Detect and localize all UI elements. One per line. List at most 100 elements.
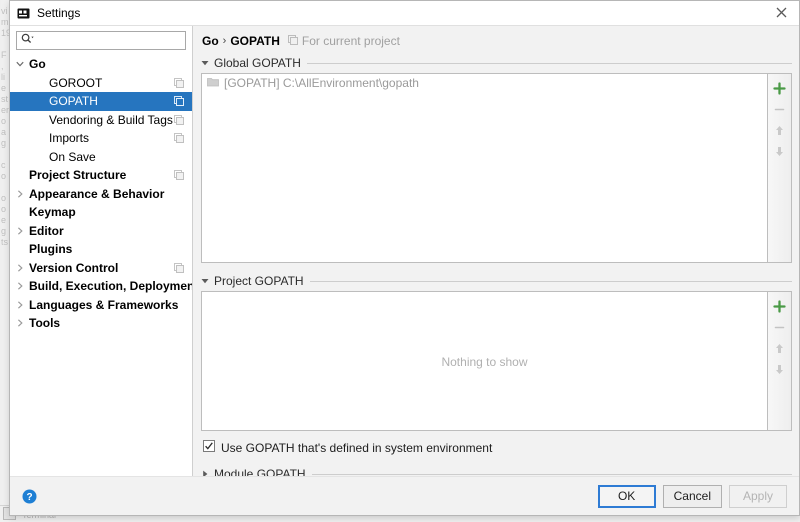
project-gopath-row: Nothing to show (201, 291, 792, 431)
empty-state-message: Nothing to show (441, 355, 528, 370)
chevron-right-icon (13, 301, 26, 309)
project-gopath-list[interactable]: Nothing to show (201, 291, 767, 431)
sidebar-item-label: Tools (29, 316, 61, 331)
dialog-body: Go GOROOT GOPATH Vendoring & Build Tags Impo… (10, 26, 799, 481)
sidebar-item-label: On Save (49, 149, 96, 164)
sidebar-item-label: Keymap (29, 205, 76, 220)
sidebar-item-label: GOPATH (49, 94, 98, 109)
chevron-right-icon (13, 227, 26, 235)
sidebar-item-label: Go (29, 57, 46, 72)
sidebar-item-languages-frameworks[interactable]: Languages & Frameworks (10, 296, 192, 315)
sidebar-item-label: Version Control (29, 260, 119, 275)
sidebar-item-label: Plugins (29, 242, 73, 257)
group-divider (306, 62, 792, 64)
project-scope-icon (174, 169, 184, 183)
remove-button[interactable] (769, 317, 791, 338)
sidebar-item-label: Editor (29, 223, 64, 238)
sidebar-item-go[interactable]: Go (10, 55, 192, 74)
scope-note-label: For current project (301, 34, 400, 48)
dialog-footer: ? OK Cancel Apply (10, 476, 799, 515)
gopath-settings-page: Go › GOPATH For current project Global G… (193, 26, 799, 481)
project-scope-icon (174, 262, 184, 276)
move-up-button[interactable] (769, 338, 791, 359)
project-scope-icon (174, 132, 184, 146)
close-icon[interactable] (763, 1, 799, 24)
sidebar-item-version-control[interactable]: Version Control (10, 259, 192, 278)
chevron-right-icon (13, 190, 26, 198)
global-gopath-toolbar (767, 73, 792, 263)
apply-button[interactable]: Apply (729, 484, 787, 508)
svg-text:?: ? (26, 492, 32, 503)
global-gopath-group: Global GOPATH [GOPATH] C:\AllEnvironment… (201, 56, 792, 263)
global-gopath-list[interactable]: [GOPATH] C:\AllEnvironment\gopath (201, 73, 767, 263)
global-gopath-label: Global GOPATH (214, 56, 301, 70)
chevron-down-icon (201, 274, 209, 288)
project-scope-icon (174, 77, 184, 91)
footer-buttons: OK Cancel Apply (597, 484, 787, 508)
folder-icon (207, 76, 219, 90)
chevron-down-icon (13, 60, 26, 68)
move-down-button[interactable] (769, 141, 791, 162)
sidebar-item-project-structure[interactable]: Project Structure (10, 166, 192, 185)
sidebar-item-appearance-behavior[interactable]: Appearance & Behavior (10, 185, 192, 204)
sidebar-item-build-execution-deployment[interactable]: Build, Execution, Deployment (10, 277, 192, 296)
list-item[interactable]: [GOPATH] C:\AllEnvironment\gopath (202, 74, 767, 92)
ok-button[interactable]: OK (597, 484, 656, 508)
search-container (10, 26, 192, 54)
settings-tree[interactable]: Go GOROOT GOPATH Vendoring & Build Tags Impo… (10, 54, 192, 476)
chevron-down-icon (201, 56, 209, 70)
sidebar-item-plugins[interactable]: Plugins (10, 240, 192, 259)
global-gopath-header[interactable]: Global GOPATH (201, 56, 792, 70)
group-divider (309, 280, 792, 282)
sidebar-item-label: Project Structure (29, 168, 127, 183)
add-button[interactable] (769, 296, 791, 317)
group-divider (311, 473, 792, 475)
project-scope-icon (287, 34, 298, 48)
project-scope-icon (174, 95, 184, 109)
search-input[interactable] (37, 33, 185, 48)
help-icon[interactable]: ? (22, 489, 37, 504)
sidebar-item-label: Vendoring & Build Tags (49, 112, 173, 127)
settings-dialog: Settings Go GOROOT GOPATH Vendoring & Bu… (9, 0, 800, 516)
cancel-button[interactable]: Cancel (662, 484, 722, 508)
breadcrumb-separator: › (222, 35, 227, 47)
sidebar-item-goroot[interactable]: GOROOT (10, 74, 192, 93)
breadcrumb-current: GOPATH (230, 34, 280, 48)
checkbox-checked-icon[interactable] (203, 440, 215, 455)
dialog-titlebar: Settings (10, 1, 799, 26)
sidebar-item-label: Appearance & Behavior (29, 186, 165, 201)
sidebar-item-on-save[interactable]: On Save (10, 148, 192, 167)
settings-sidebar: Go GOROOT GOPATH Vendoring & Build Tags Impo… (10, 26, 193, 476)
search-box[interactable] (16, 31, 186, 50)
add-button[interactable] (769, 78, 791, 99)
move-down-button[interactable] (769, 359, 791, 380)
move-up-button[interactable] (769, 120, 791, 141)
sidebar-item-label: GOROOT (49, 75, 103, 90)
chevron-right-icon (13, 282, 26, 290)
breadcrumb-root[interactable]: Go (202, 34, 219, 48)
go-logo-icon (17, 7, 30, 20)
global-gopath-row: [GOPATH] C:\AllEnvironment\gopath (201, 73, 792, 263)
project-scope-icon (174, 114, 184, 128)
sidebar-item-gopath[interactable]: GOPATH (10, 92, 192, 111)
project-gopath-group: Project GOPATH Nothing to show (201, 274, 792, 431)
search-icon (21, 33, 34, 48)
sidebar-item-keymap[interactable]: Keymap (10, 203, 192, 222)
sidebar-item-vendoring-build-tags[interactable]: Vendoring & Build Tags (10, 111, 192, 130)
project-gopath-label: Project GOPATH (214, 274, 304, 288)
scope-note: For current project (287, 34, 400, 48)
sidebar-item-editor[interactable]: Editor (10, 222, 192, 241)
sidebar-item-label: Build, Execution, Deployment (29, 279, 192, 294)
breadcrumb: Go › GOPATH For current project (202, 34, 792, 48)
sidebar-item-label: Languages & Frameworks (29, 297, 179, 312)
list-item-label: [GOPATH] C:\AllEnvironment\gopath (224, 76, 419, 90)
sidebar-item-label: Imports (49, 131, 90, 146)
remove-button[interactable] (769, 99, 791, 120)
project-gopath-header[interactable]: Project GOPATH (201, 274, 792, 288)
sidebar-item-imports[interactable]: Imports (10, 129, 192, 148)
chevron-right-icon (13, 319, 26, 327)
sidebar-item-tools[interactable]: Tools (10, 314, 192, 333)
dialog-title: Settings (37, 6, 81, 20)
use-system-gopath-row[interactable]: Use GOPATH that's defined in system envi… (203, 440, 792, 455)
use-system-gopath-label: Use GOPATH that's defined in system envi… (221, 440, 493, 455)
